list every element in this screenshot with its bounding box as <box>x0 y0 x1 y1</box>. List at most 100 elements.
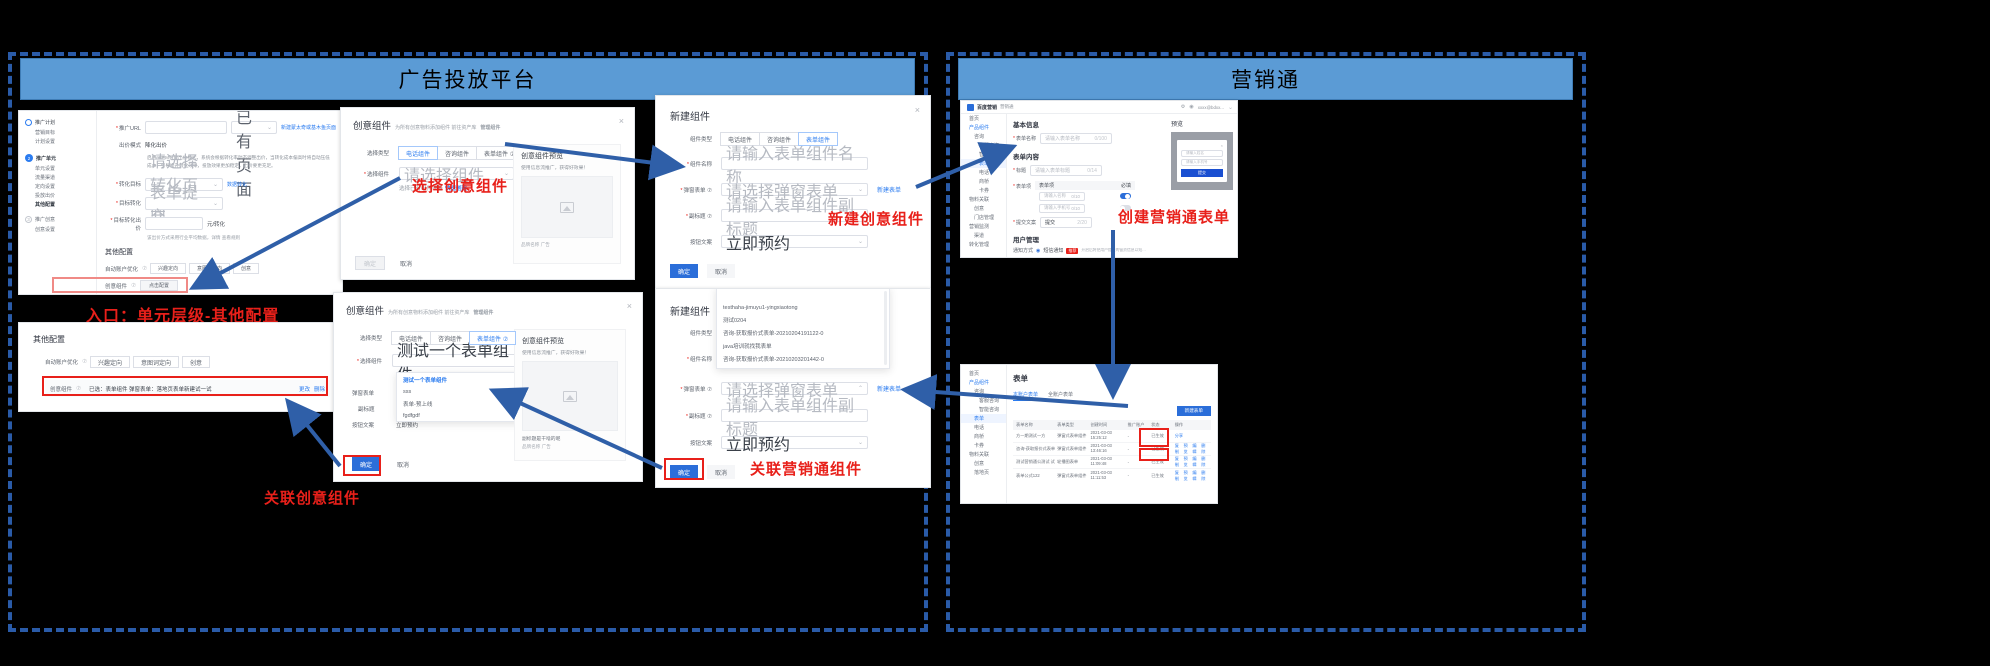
mkt2-tab-own[interactable]: 本账户表单 <box>1013 391 1039 401</box>
mkt-item1-toggle[interactable] <box>1119 193 1131 199</box>
mkt2-r0-action-0[interactable]: 分享 <box>1175 433 1208 439</box>
mkt2-nav-0[interactable]: 首页 <box>961 369 1006 378</box>
mkt-nav-11[interactable]: 门店管理 <box>961 213 1006 222</box>
mkt2-nav-9[interactable]: 物料关联 <box>961 450 1006 459</box>
action-delete[interactable]: 删除 <box>314 385 325 393</box>
cancel-button-new-comp-bottom[interactable]: 取消 <box>707 465 736 479</box>
auto-opt2-option-1[interactable]: 意图词定向 <box>132 356 179 368</box>
chevron-down-icon-8[interactable]: ⌄ <box>1228 104 1233 111</box>
mkt-nav-8[interactable]: 卡券 <box>961 186 1006 195</box>
popup-form-option-4[interactable]: 咨询-获取报价式表单-20210203201442-0 <box>717 352 889 365</box>
auto-opt-option-0[interactable]: 兴趣定向 <box>149 263 186 274</box>
close-icon-bottom[interactable]: × <box>627 301 632 311</box>
account-name[interactable]: xxxx@bdxx... <box>1198 105 1224 110</box>
popup-form-option-1[interactable]: 测试0204 <box>717 313 889 326</box>
mkt-preview-close[interactable]: × <box>1181 143 1223 148</box>
mkt-nav-10[interactable]: 创意 <box>961 204 1006 213</box>
link-manage-components-bottom[interactable]: 管理组件 <box>473 309 493 316</box>
select-component-bottom[interactable]: 测试一个表单组件 ⌃ <box>392 343 532 384</box>
mkt-nav-0[interactable]: 首页 <box>961 114 1006 123</box>
step-child-0-0[interactable]: 营销目标 <box>19 128 96 137</box>
mkt2-r2-action-3[interactable]: 删除 <box>1201 456 1208 468</box>
mkt-nav-5[interactable]: 表单 <box>961 159 1006 168</box>
mkt-preview-input-2[interactable]: 请输入手机号 <box>1181 159 1223 166</box>
mkt2-r1-action-1[interactable]: 预览 <box>1184 443 1191 455</box>
step-child-2-0[interactable]: 创意设置 <box>19 225 96 234</box>
mkt-input-submit[interactable]: 提交 2/20 <box>1039 217 1092 228</box>
popup-form-option-3[interactable]: java培训就找我表单 <box>717 339 889 352</box>
link-manage-components-top[interactable]: 管理组件 <box>480 124 500 131</box>
auto-opt-option-2[interactable]: 创意 <box>232 263 259 274</box>
help-icon-4[interactable]: ⑦ <box>76 386 81 392</box>
mkt2-r2-action-0[interactable]: 复制 <box>1175 456 1182 468</box>
mkt2-r3-action-1[interactable]: 预览 <box>1184 470 1191 482</box>
step-child-1-0[interactable]: 单元设置 <box>19 164 96 173</box>
radio-icon[interactable]: ◉ <box>1036 248 1040 254</box>
cancel-button-bottom[interactable]: 取消 <box>389 457 418 471</box>
select-btn-text-top[interactable]: 立即预约 ⌄ <box>721 235 868 253</box>
mkt2-tab-all[interactable]: 全账户表单 <box>1048 391 1073 401</box>
mkt2-nav-3[interactable]: 客服咨询 <box>961 396 1006 405</box>
help-icon-2[interactable]: ⑦ <box>131 283 136 289</box>
mkt2-nav-2[interactable]: 咨询 <box>961 387 1006 396</box>
input-subtitle-bottom[interactable]: 请输入表单组件副标题 <box>721 398 868 439</box>
mkt-preview-submit[interactable]: 提交 <box>1181 169 1223 177</box>
mkt2-nav-4[interactable]: 智能咨询 <box>961 405 1006 414</box>
dropdown-scrollbar[interactable] <box>884 291 887 365</box>
mkt-nav-1[interactable]: 产品组件 <box>961 123 1006 132</box>
confirm-button-top[interactable]: 确定 <box>355 256 386 270</box>
close-icon-new-comp-top[interactable]: × <box>915 105 920 115</box>
help-icon[interactable]: ⑦ <box>142 266 147 272</box>
mkt2-nav-1[interactable]: 产品组件 <box>961 378 1006 387</box>
configure-button[interactable]: 点击配置 <box>139 280 178 291</box>
mkt2-r1-action-0[interactable]: 复制 <box>1175 443 1182 455</box>
step-child-0-1[interactable]: 计划设置 <box>19 137 96 146</box>
input-conversion-bid[interactable] <box>145 217 203 231</box>
auto-opt-option-1[interactable]: 意图词定向 <box>188 263 230 274</box>
mkt2-r3-action-3[interactable]: 删除 <box>1201 470 1208 482</box>
auto-opt2-option-0[interactable]: 兴趣定向 <box>89 356 130 368</box>
close-icon-top[interactable]: × <box>619 116 624 126</box>
mkt2-r1-action-3[interactable]: 删除 <box>1201 443 1208 455</box>
input-comp-name-top[interactable]: 请输入表单组件名称 <box>721 146 868 187</box>
mkt-nav-4[interactable]: 智能咨询 <box>961 150 1006 159</box>
mkt2-nav-6[interactable]: 电话 <box>961 423 1006 432</box>
mkt-nav-2[interactable]: 咨询 <box>961 132 1006 141</box>
step-child-1-4[interactable]: 其他配置 <box>19 200 96 209</box>
mkt2-r2-action-1[interactable]: 预览 <box>1184 456 1191 468</box>
mkt2-nav-8[interactable]: 卡券 <box>961 441 1006 450</box>
auto-opt2-option-2[interactable]: 创意 <box>181 356 210 368</box>
mkt-nav-6[interactable]: 电话 <box>961 168 1006 177</box>
mkt-nav-9[interactable]: 物料关联 <box>961 195 1006 204</box>
step-child-1-3[interactable]: 投放出价 <box>19 191 96 200</box>
link-new-form-bottom[interactable]: 新建表单 <box>877 384 901 393</box>
confirm-button-bottom[interactable]: 确定 <box>352 457 381 471</box>
newcomp-tab-form[interactable]: 表单组件 <box>798 132 839 146</box>
cancel-button-new-comp-top[interactable]: 取消 <box>707 264 736 278</box>
popup-form-option-0[interactable]: testhaha-jimuyu1-yingxiaotong <box>717 302 889 313</box>
step-child-1-1[interactable]: 流量渠道 <box>19 173 96 182</box>
avatar-icon[interactable]: ◉ <box>1189 104 1193 110</box>
step-child-1-2[interactable]: 定向设置 <box>19 182 96 191</box>
tab-phone-comp-top[interactable]: 电话组件 <box>398 146 439 160</box>
settings-icon[interactable]: ⚙ <box>1181 104 1185 110</box>
confirm-button-new-comp-bottom[interactable]: 确定 <box>670 465 699 479</box>
mkt-nav-14[interactable]: 转化管理 <box>961 240 1006 249</box>
link-new-form-top[interactable]: 新建表单 <box>877 185 901 194</box>
mkt-nav-7[interactable]: 商桥 <box>961 177 1006 186</box>
mkt2-nav-11[interactable]: 落地页 <box>961 468 1006 477</box>
tab-consult-comp-top[interactable]: 咨询组件 <box>437 146 478 160</box>
popup-form-option-2[interactable]: 咨询-获取报价式表单-20210204191122-0 <box>717 326 889 339</box>
cancel-button-top[interactable]: 取消 <box>392 256 421 270</box>
mkt2-r2-action-2[interactable]: 编辑 <box>1192 456 1199 468</box>
select-target-conversion[interactable]: 表单提交 ⌄ <box>145 185 223 226</box>
mkt-item2-input[interactable]: 请输入手机号 0/10 <box>1038 203 1085 213</box>
help-icon-3[interactable]: ⑦ <box>82 359 87 365</box>
mkt-nav-13[interactable]: 渠道 <box>961 231 1006 240</box>
input-promo-url[interactable] <box>145 121 227 134</box>
dropdown-popup-form-options[interactable]: testhaha-jimuyu1-yingxiaotong 测试0204 咨询-… <box>716 289 890 369</box>
mkt2-nav-7[interactable]: 商桥 <box>961 432 1006 441</box>
mkt-input-form-name[interactable]: 请输入表单名称 0/100 <box>1039 133 1112 144</box>
mkt2-r1-action-2[interactable]: 编辑 <box>1192 443 1199 455</box>
mkt2-new-form-button[interactable]: 新建表单 <box>1176 406 1211 416</box>
